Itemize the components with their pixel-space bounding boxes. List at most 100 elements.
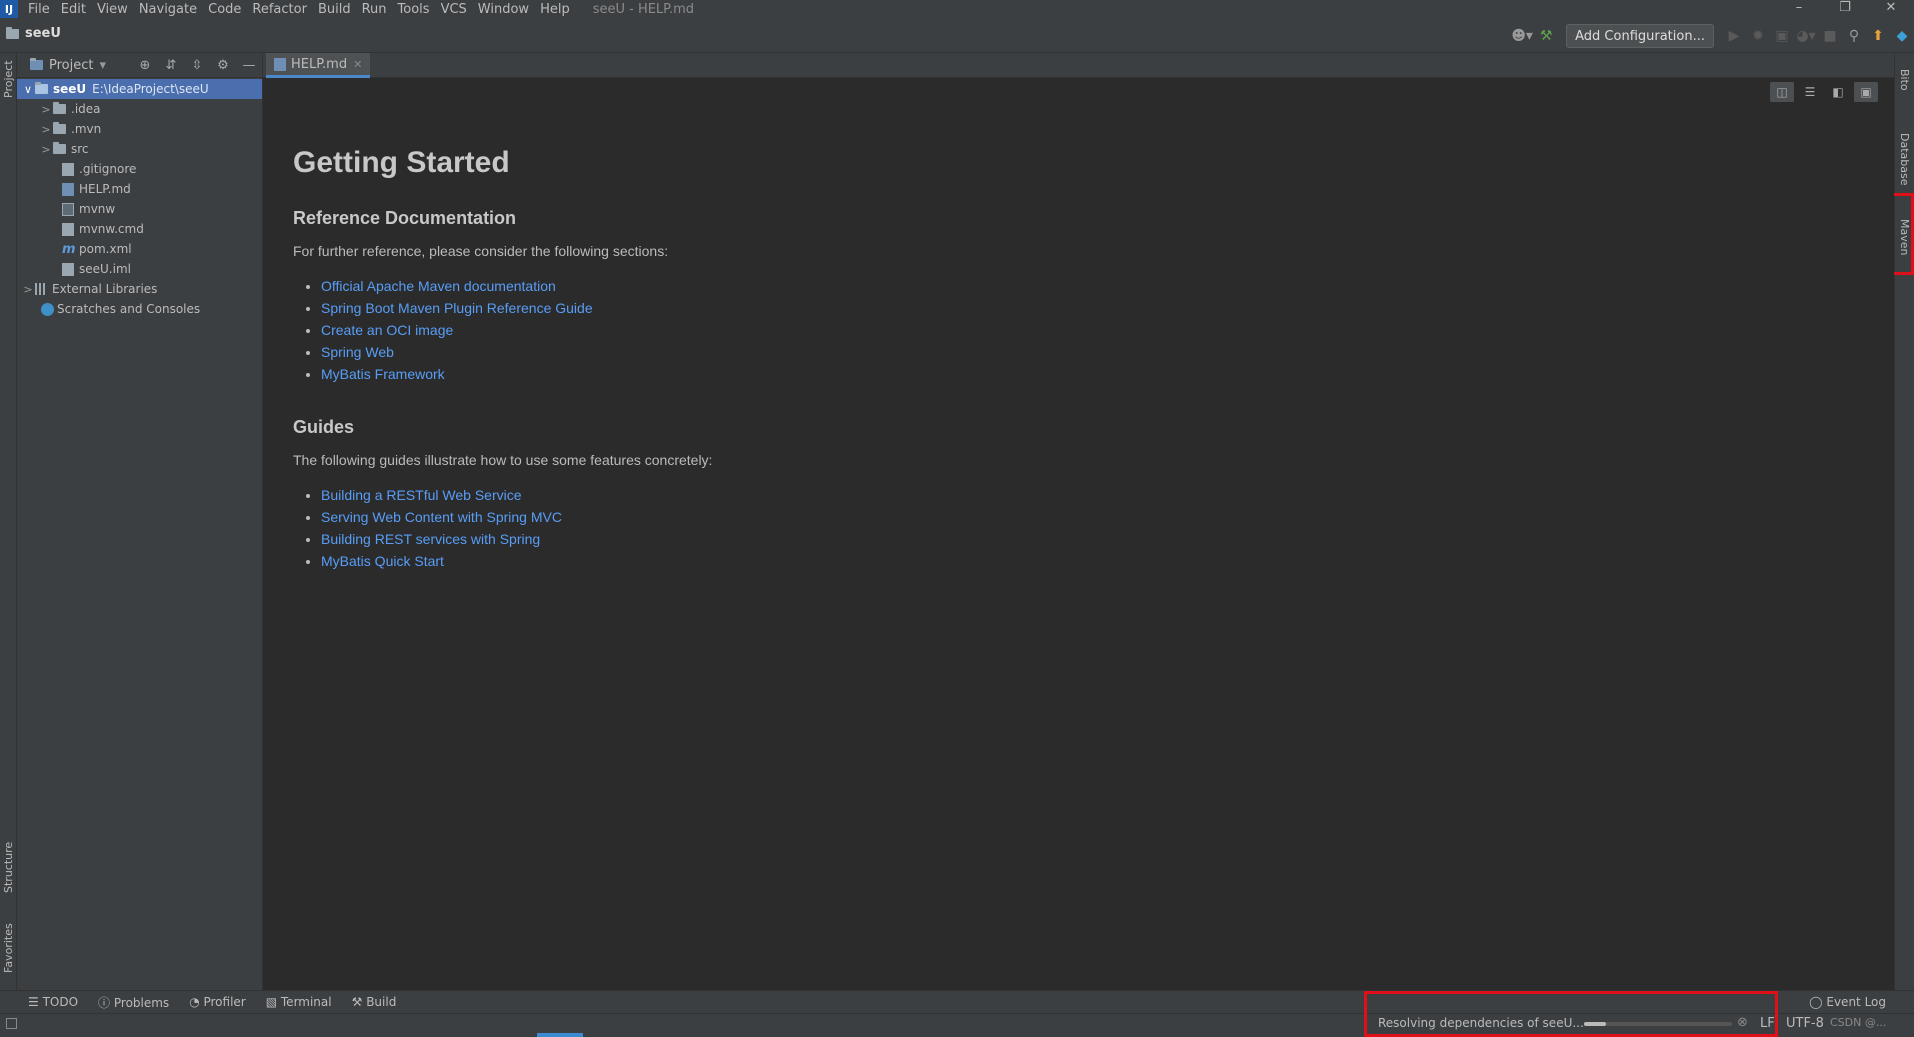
update-icon[interactable]: ⬆: [1866, 28, 1890, 44]
list-item: MyBatis Quick Start: [321, 550, 712, 572]
database-tool-button[interactable]: Database: [1898, 133, 1911, 186]
chevron-right-icon[interactable]: >: [39, 143, 53, 156]
menu-vcs[interactable]: VCS: [441, 2, 467, 17]
breadcrumb-project[interactable]: seeU: [6, 26, 61, 41]
minimize-button[interactable]: –: [1776, 0, 1822, 18]
link-spring-web[interactable]: Spring Web: [321, 344, 394, 360]
tool-window-terminal[interactable]: ▧ Terminal: [266, 995, 332, 1009]
tree-item-mvnw[interactable]: mvnw: [17, 199, 262, 219]
list-item: Building a RESTful Web Service: [321, 484, 712, 506]
image-preview-icon[interactable]: ▣: [1854, 82, 1878, 102]
tool-window-label: TODO: [42, 995, 79, 1009]
chevron-right-icon[interactable]: >: [39, 103, 53, 116]
left-tool-stripe: Project Structure Favorites: [0, 53, 17, 1013]
watermark: CSDN @...: [1830, 1016, 1887, 1029]
menu-run[interactable]: Run: [362, 2, 387, 17]
folder-icon: [53, 122, 66, 134]
chevron-right-icon[interactable]: >: [39, 123, 53, 136]
menu-edit[interactable]: Edit: [61, 2, 86, 17]
menu-help[interactable]: Help: [540, 2, 570, 17]
editor-only-icon[interactable]: ☰: [1798, 82, 1822, 102]
event-log-button[interactable]: ◯ Event Log: [1809, 995, 1886, 1009]
add-configuration-button[interactable]: Add Configuration...: [1566, 24, 1714, 48]
link-oci-image[interactable]: Create an OCI image: [321, 322, 453, 338]
project-tool-button[interactable]: Project: [2, 60, 15, 98]
window-controls: – ❐ ✕: [1776, 0, 1914, 18]
tab-help-md[interactable]: HELP.md ✕: [266, 53, 371, 78]
tree-item-external-libraries[interactable]: > External Libraries: [17, 279, 262, 299]
bito-tool-button[interactable]: Bito: [1898, 69, 1911, 91]
chevron-down-icon[interactable]: ∨: [21, 83, 35, 96]
tree-item-seeu-iml[interactable]: seeU.iml: [17, 259, 262, 279]
folder-icon: [53, 142, 66, 154]
tree-item-gitignore[interactable]: .gitignore: [17, 159, 262, 179]
tree-item-mvn[interactable]: > .mvn: [17, 119, 262, 139]
menu-refactor[interactable]: Refactor: [252, 2, 307, 17]
hide-panel-icon[interactable]: —: [236, 58, 262, 73]
tree-root-seeu[interactable]: ∨ seeU E:\IdeaProject\seeU: [17, 79, 262, 99]
tool-window-profiler[interactable]: ◔ Profiler: [189, 995, 246, 1009]
split-view-icon[interactable]: ◫: [1770, 82, 1794, 102]
link-mybatis-quickstart[interactable]: MyBatis Quick Start: [321, 553, 444, 569]
restore-button[interactable]: ❐: [1822, 0, 1868, 18]
tree-item-scratches[interactable]: Scratches and Consoles: [17, 299, 262, 319]
menu-build[interactable]: Build: [318, 2, 351, 17]
menu-view[interactable]: View: [97, 2, 128, 17]
tool-window-problems[interactable]: ⓘ Problems: [98, 994, 169, 1011]
close-window-button[interactable]: ✕: [1868, 0, 1914, 18]
structure-tool-button[interactable]: Structure: [2, 842, 15, 893]
coverage-icon[interactable]: ▣: [1770, 28, 1794, 44]
build-hammer-icon[interactable]: ⚒: [1534, 28, 1558, 44]
menu-code[interactable]: Code: [208, 2, 241, 17]
link-restful-service[interactable]: Building a RESTful Web Service: [321, 487, 522, 503]
file-icon: [62, 162, 74, 176]
scroll-indicator: [537, 1033, 583, 1037]
menu-tools[interactable]: Tools: [398, 2, 430, 17]
tree-item-pom-xml[interactable]: m pom.xml: [17, 239, 262, 259]
project-panel-tools: ⊕ ⇵ ⇳ ⚙ —: [132, 58, 262, 73]
encoding-widget[interactable]: UTF-8: [1786, 1016, 1824, 1031]
tree-root-name: seeU: [53, 82, 87, 96]
link-rest-services[interactable]: Building REST services with Spring: [321, 531, 540, 547]
link-boot-plugin-guide[interactable]: Spring Boot Maven Plugin Reference Guide: [321, 300, 593, 316]
favorites-tool-button[interactable]: Favorites: [2, 923, 15, 973]
tool-window-todo[interactable]: ☰ TODO: [28, 995, 78, 1009]
toggle-tool-windows-icon[interactable]: [6, 1018, 17, 1029]
tree-item-src[interactable]: > src: [17, 139, 262, 159]
menu-file[interactable]: File: [28, 2, 50, 17]
link-maven-docs[interactable]: Official Apache Maven documentation: [321, 278, 556, 294]
expand-all-icon[interactable]: ⇵: [158, 58, 184, 73]
guides-intro: The following guides illustrate how to u…: [293, 452, 713, 468]
menu-window[interactable]: Window: [478, 2, 529, 17]
guides-heading: Guides: [293, 417, 355, 437]
event-log-label: Event Log: [1826, 995, 1886, 1009]
debug-icon[interactable]: ✹: [1746, 28, 1770, 44]
run-icon[interactable]: ▶: [1722, 28, 1746, 44]
list-item: Create an OCI image: [321, 319, 712, 341]
tree-item-label: .mvn: [71, 122, 102, 136]
collapse-all-icon[interactable]: ⇳: [184, 58, 210, 73]
profile-icon[interactable]: ◕▾: [1794, 28, 1818, 44]
tree-item-help-md[interactable]: HELP.md: [17, 179, 262, 199]
chevron-right-icon[interactable]: >: [21, 283, 35, 296]
link-serving-web-content[interactable]: Serving Web Content with Spring MVC: [321, 509, 562, 525]
chevron-down-icon[interactable]: ▾: [99, 58, 106, 73]
tree-item-label: HELP.md: [79, 182, 131, 196]
menu-bar: IJ File Edit View Navigate Code Refactor…: [0, 0, 1914, 18]
markdown-file-icon: [62, 182, 74, 196]
locate-file-icon[interactable]: ⊕: [132, 58, 158, 73]
menu-navigate[interactable]: Navigate: [139, 2, 197, 17]
gear-icon[interactable]: ⚙: [210, 58, 236, 73]
preview-only-icon[interactable]: ◧: [1826, 82, 1850, 102]
document-content: Getting Started Reference Documentation …: [293, 146, 712, 604]
close-tab-icon[interactable]: ✕: [353, 58, 362, 71]
tree-item-idea[interactable]: > .idea: [17, 99, 262, 119]
search-icon[interactable]: ⚲: [1842, 28, 1866, 44]
stop-icon[interactable]: ■: [1818, 28, 1842, 44]
user-icon[interactable]: ☻▾: [1510, 28, 1534, 44]
tree-item-mvnw-cmd[interactable]: mvnw.cmd: [17, 219, 262, 239]
project-view-dropdown[interactable]: Project: [49, 58, 93, 73]
link-mybatis-framework[interactable]: MyBatis Framework: [321, 366, 445, 382]
tool-window-build[interactable]: ⚒ Build: [352, 995, 397, 1009]
plugin-icon[interactable]: ◆: [1890, 28, 1914, 44]
